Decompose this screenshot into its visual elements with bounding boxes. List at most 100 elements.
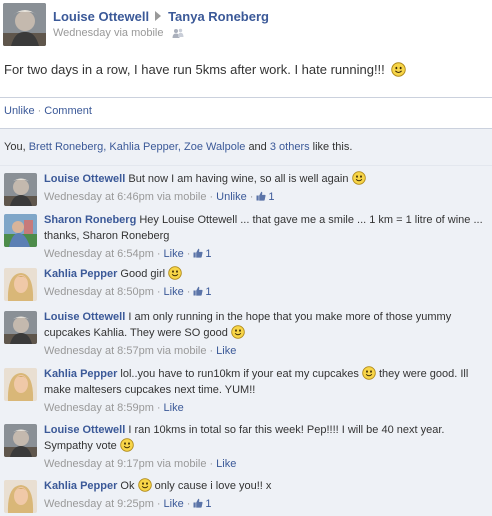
smiley-icon (168, 266, 182, 280)
avatar[interactable] (4, 368, 37, 401)
separator-dot: · (156, 402, 161, 414)
comment-author[interactable]: Louise Ottewell (44, 424, 125, 436)
comment-time[interactable]: Wednesday at 9:25pm (44, 498, 154, 510)
liker-link[interactable]: Brett Roneberg, (29, 141, 107, 153)
comment-author[interactable]: Louise Ottewell (44, 173, 125, 185)
divider (0, 128, 492, 129)
target-link[interactable]: Tanya Roneberg (168, 9, 269, 24)
comment-author[interactable]: Kahlia Pepper (44, 368, 117, 380)
avatar-photo (4, 173, 37, 206)
separator-dot: · (209, 191, 214, 203)
unlike-link[interactable]: Unlike (216, 191, 247, 203)
post-actions: Unlike · Comment (4, 105, 92, 117)
comment-meta: Wednesday at 9:17pm via mobile · Like (44, 456, 488, 472)
like-link[interactable]: Like (164, 402, 184, 414)
comment-meta: Wednesday at 8:50pm · Like · 1 (44, 284, 488, 300)
thumbs-up-icon (193, 248, 203, 258)
like-link[interactable]: Like (164, 286, 184, 298)
thumbs-up-icon (256, 191, 266, 201)
thumbs-up-icon (193, 498, 203, 508)
smiley-icon (138, 478, 152, 492)
comment-time[interactable]: Wednesday at 8:50pm (44, 286, 154, 298)
like-link[interactable]: Like (216, 458, 236, 470)
separator-dot: · (156, 286, 161, 298)
others-link[interactable]: 3 others (270, 141, 310, 153)
like-count[interactable]: 1 (205, 286, 211, 298)
smiley-icon (120, 438, 134, 452)
thumbs-up-icon (193, 286, 203, 296)
separator-dot: · (156, 248, 161, 260)
comment-time[interactable]: Wednesday at 8:59pm (44, 402, 154, 414)
comment-via: via mobile (156, 458, 207, 470)
post-body: For two days in a row, I have run 5kms a… (4, 62, 385, 77)
comment-author[interactable]: Kahlia Pepper (44, 480, 117, 492)
liker-link[interactable]: Kahlia Pepper, (109, 141, 181, 153)
avatar[interactable] (4, 480, 37, 513)
like-count[interactable]: 1 (205, 248, 211, 260)
divider (0, 165, 492, 166)
separator-dot: · (209, 345, 214, 357)
avatar[interactable] (4, 424, 37, 457)
post-header: Louise Ottewell Tanya Roneberg Wednesday … (0, 0, 492, 52)
comment-time[interactable]: Wednesday at 9:17pm (44, 458, 154, 470)
likes-summary: You, Brett Roneberg, Kahlia Pepper, Zoe … (4, 141, 352, 153)
comment-text: lol..you have to run10km if your eat my … (120, 368, 359, 380)
comment-time[interactable]: Wednesday at 6:54pm (44, 248, 154, 260)
avatar[interactable] (4, 311, 37, 344)
avatar-photo (4, 480, 37, 513)
comment-text: But now I am having wine, so all is well… (128, 173, 349, 185)
post-names: Louise Ottewell Tanya Roneberg (53, 9, 269, 24)
comment-author[interactable]: Kahlia Pepper (44, 268, 117, 280)
comment-via: via mobile (156, 191, 207, 203)
avatar-photo (4, 268, 37, 301)
comment-meta: Wednesday at 9:25pm · Like · 1 (44, 496, 488, 512)
post-text: For two days in a row, I have run 5kms a… (4, 62, 406, 77)
like-link[interactable]: Like (164, 498, 184, 510)
author-link[interactable]: Louise Ottewell (53, 9, 149, 24)
comment-meta: Wednesday at 6:46pm via mobile · Unlike · 1 (44, 189, 488, 205)
separator-dot: · (186, 286, 191, 298)
separator-dot: · (186, 498, 191, 510)
likes-and: and (248, 141, 267, 153)
like-count[interactable]: 1 (268, 191, 274, 203)
comment-text: Good girl (120, 268, 166, 280)
smiley-icon (362, 366, 376, 380)
comment-time[interactable]: Wednesday at 8:57pm (44, 345, 154, 357)
comment-meta: Wednesday at 8:57pm via mobile · Like (44, 343, 488, 359)
avatar[interactable] (3, 3, 46, 46)
separator-dot: · (156, 498, 161, 510)
arrow-right-icon (155, 11, 162, 21)
avatar[interactable] (4, 268, 37, 301)
likes-prefix: You, (4, 141, 26, 153)
avatar-photo (4, 424, 37, 457)
avatar-photo (4, 214, 37, 247)
comment-meta: Wednesday at 8:59pm · Like (44, 400, 488, 416)
comment-author[interactable]: Sharon Roneberg (44, 214, 136, 226)
separator-dot: · (186, 248, 191, 260)
like-link[interactable]: Like (164, 248, 184, 260)
comment-link[interactable]: Comment (44, 105, 92, 117)
avatar-photo (4, 311, 37, 344)
post-timestamp[interactable]: Wednesday via mobile (53, 27, 163, 39)
smiley-icon (391, 62, 406, 77)
avatar[interactable] (4, 214, 37, 247)
smiley-icon (352, 171, 366, 185)
separator-dot: · (209, 458, 214, 470)
people-icon (172, 28, 184, 38)
comment-meta: Wednesday at 6:54pm · Like · 1 (44, 246, 488, 262)
like-count[interactable]: 1 (205, 498, 211, 510)
post-meta: Wednesday via mobile (53, 27, 184, 39)
avatar[interactable] (4, 173, 37, 206)
like-link[interactable]: Like (216, 345, 236, 357)
separator-dot: · (37, 105, 42, 117)
comment-via: via mobile (156, 345, 207, 357)
likes-suffix: like this. (312, 141, 353, 153)
comment-time[interactable]: Wednesday at 6:46pm (44, 191, 154, 203)
unlike-link[interactable]: Unlike (4, 105, 35, 117)
comment-author[interactable]: Louise Ottewell (44, 311, 125, 323)
comment-text: Ok (120, 480, 135, 492)
liker-link[interactable]: Zoe Walpole (184, 141, 245, 153)
smiley-icon (231, 325, 245, 339)
avatar-photo (4, 368, 37, 401)
divider (0, 97, 492, 98)
